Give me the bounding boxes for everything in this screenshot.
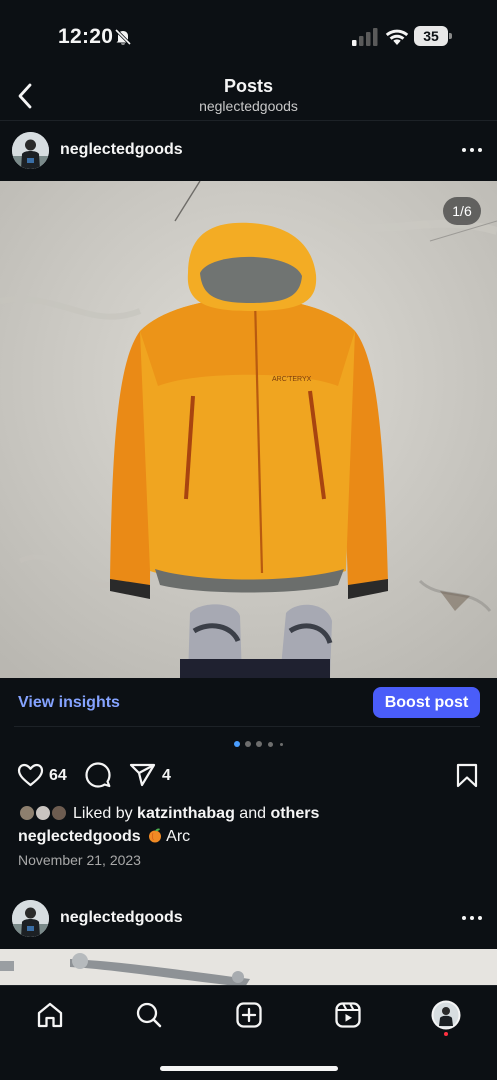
create-icon [236,1002,262,1028]
status-time: 12:20 [58,25,114,48]
avatar-image [12,132,49,169]
tab-profile[interactable] [431,1000,461,1030]
signal-icon [352,28,378,46]
post-image[interactable]: ARC'TERYX [0,181,497,678]
post-actions: 64 4 [0,758,497,792]
home-icon [37,1002,63,1028]
reels-icon [335,1002,361,1028]
pager-dot [280,742,283,746]
dot [462,148,466,152]
pager-dot [245,741,251,747]
battery-level: 35 [423,28,439,44]
next-post-header: neglectedgoods [0,894,497,944]
wifi-icon [385,29,409,45]
battery-tip [449,33,452,39]
like-count[interactable]: 64 [49,767,67,785]
pager-dot-active [234,741,240,747]
post-username[interactable]: neglectedgoods [60,141,183,159]
tab-create[interactable] [234,1000,264,1030]
page-title: Posts [223,76,274,96]
avatar[interactable] [12,900,49,937]
caption: neglectedgoods Arc [18,827,190,846]
avatar-image [12,900,49,937]
battery-body: 35 [414,26,448,46]
liked-by-prefix: Liked by [73,805,138,822]
post-header: neglectedgoods [0,126,497,176]
pager-dot [256,741,262,747]
image-counter: 1/6 [443,197,481,225]
profile-avatar [431,1000,461,1030]
status-bar: 12:20 35 [0,0,497,72]
comment-icon[interactable] [85,762,111,788]
tab-home[interactable] [35,1000,65,1030]
tab-reels[interactable] [333,1000,363,1030]
insights-divider [14,726,480,727]
dot [470,916,474,920]
carousel-pager [0,741,497,749]
liked-by-connector: and [234,805,271,822]
liked-by-others[interactable]: others [270,805,319,822]
liker-avatar [50,804,68,822]
send-icon[interactable] [129,763,156,787]
page-subtitle: neglectedgoods [199,98,298,114]
dot [478,148,482,152]
boost-post-button[interactable]: Boost post [373,687,480,718]
peach-icon [149,828,162,843]
jacket-logo: ARC'TERYX [272,376,312,383]
caption-text: Arc [166,828,191,845]
bell-off-icon [114,28,132,46]
share-count: 4 [162,767,171,784]
post-date: November 21, 2023 [18,852,141,868]
avatar[interactable] [12,132,49,169]
nav-header: Posts neglectedgoods [0,72,497,122]
pager-dot [268,741,273,747]
view-insights-link[interactable]: View insights [18,694,120,712]
more-options-button[interactable] [458,142,486,158]
heart-icon[interactable] [17,763,44,787]
next-post-image[interactable] [0,949,497,989]
dot [478,916,482,920]
more-options-button[interactable] [458,910,486,926]
header-divider [0,120,497,121]
liked-by-row[interactable]: Liked by katzinthabag and others [0,802,497,824]
battery-icon: 35 [414,26,452,46]
next-post-username[interactable]: neglectedgoods [60,909,183,927]
insights-bar: View insights Boost post [0,678,497,728]
notification-dot [444,1032,448,1036]
tab-search[interactable] [134,1000,164,1030]
dot [462,916,466,920]
dot [470,148,474,152]
liked-by-text: Liked by katzinthabag and others [73,805,319,823]
caption-username[interactable]: neglectedgoods [18,828,141,845]
liked-by-user[interactable]: katzinthabag [137,805,235,822]
bookmark-icon[interactable] [456,763,478,788]
jacket-photo: ARC'TERYX [0,181,497,678]
next-post-photo [0,949,497,989]
search-icon [136,1002,162,1028]
home-indicator [160,1066,338,1071]
